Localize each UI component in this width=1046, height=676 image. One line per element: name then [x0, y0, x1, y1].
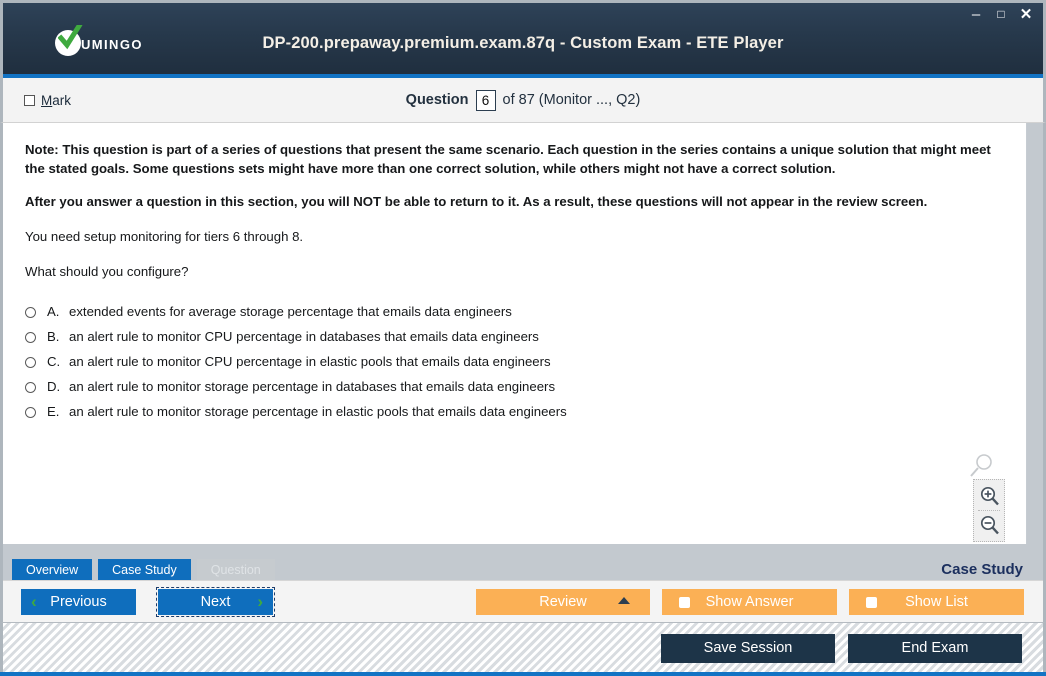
mark-checkbox[interactable] — [24, 94, 35, 106]
zoom-out-button[interactable] — [976, 512, 1002, 538]
answer-option[interactable]: A. extended events for average storage p… — [25, 304, 1004, 319]
tab-overview[interactable]: Overview — [12, 559, 93, 580]
answer-text: an alert rule to monitor storage percent… — [69, 378, 556, 394]
zoom-in-button[interactable] — [976, 483, 1002, 509]
end-exam-button[interactable]: End Exam — [848, 633, 1022, 663]
answer-radio[interactable] — [25, 406, 36, 418]
caret-up-icon — [618, 597, 630, 604]
answer-options-list: A. extended events for average storage p… — [25, 304, 1004, 419]
tab-bar: Overview Case Study Question Case Study — [3, 552, 1043, 580]
ete-player-window: UMINGO DP-200.prepaway.premium.exam.87q … — [0, 0, 1046, 676]
answer-letter: C. — [47, 353, 61, 369]
question-header-bar: Mark Question 6 of 87 (Monitor ..., Q2) — [0, 78, 1046, 123]
answer-radio[interactable] — [25, 356, 36, 368]
mark-checkbox-group[interactable]: Mark — [24, 93, 71, 108]
zoom-separator — [978, 510, 1000, 511]
show-answer-label: Show Answer — [705, 594, 794, 610]
title-bar: UMINGO DP-200.prepaway.premium.exam.87q … — [0, 0, 1046, 78]
maximize-icon[interactable]: □ — [994, 7, 1008, 21]
content-scroll-gutter[interactable] — [1027, 123, 1043, 552]
close-icon[interactable]: ✕ — [1019, 7, 1033, 22]
answer-text: an alert rule to monitor CPU percentage … — [69, 328, 539, 344]
answer-square-icon — [679, 597, 690, 608]
answer-letter: D. — [47, 378, 61, 394]
zoom-out-icon — [980, 515, 999, 534]
answer-text: an alert rule to monitor CPU percentage … — [69, 353, 551, 369]
answer-letter: E. — [47, 403, 60, 419]
answer-option[interactable]: E. an alert rule to monitor storage perc… — [25, 404, 1004, 419]
answer-radio[interactable] — [25, 306, 36, 318]
show-list-label: Show List — [905, 594, 968, 610]
answer-option[interactable]: B. an alert rule to monitor CPU percenta… — [25, 329, 1004, 344]
minimize-icon[interactable]: – — [969, 7, 983, 22]
question-word: Question — [405, 92, 469, 108]
button-row: ‹ Previous Next › Review Show Answer Sho… — [3, 580, 1043, 622]
review-button-label: Review — [539, 594, 587, 610]
answer-option[interactable]: D. an alert rule to monitor storage perc… — [25, 379, 1004, 394]
tab-question: Question — [196, 559, 275, 580]
previous-button[interactable]: ‹ Previous — [21, 588, 136, 615]
action-buttons: Review Show Answer Show List — [476, 589, 1024, 615]
chevron-right-icon: › — [257, 591, 263, 611]
next-button-label: Next — [200, 593, 231, 610]
question-prompt: What should you configure? — [25, 263, 189, 279]
review-button[interactable]: Review — [476, 589, 650, 615]
mark-label-rest: ark — [52, 92, 72, 108]
question-number-input[interactable]: 6 — [475, 89, 496, 111]
next-button[interactable]: Next › — [155, 586, 276, 617]
question-scenario: You need setup monitoring for tiers 6 th… — [25, 229, 304, 245]
answer-radio[interactable] — [25, 381, 36, 393]
show-list-button[interactable]: Show List — [849, 589, 1024, 615]
previous-button-label: Previous — [50, 593, 107, 610]
show-answer-button[interactable]: Show Answer — [662, 589, 837, 615]
question-total-text: of 87 (Monitor ..., Q2) — [502, 92, 641, 108]
answer-letter: A. — [47, 303, 60, 319]
magnifier-icon[interactable] — [968, 453, 994, 479]
question-warning: After you answer a question in this sect… — [25, 194, 928, 210]
question-content-panel: Note: This question is part of a series … — [3, 123, 1027, 544]
question-note: Note: This question is part of a series … — [25, 142, 991, 176]
zoom-in-icon — [980, 486, 999, 505]
tab-case-study[interactable]: Case Study — [98, 559, 191, 580]
answer-radio[interactable] — [25, 331, 36, 343]
answer-text: extended events for average storage perc… — [69, 303, 512, 319]
save-session-button[interactable]: Save Session — [661, 633, 835, 663]
content-outer: Note: This question is part of a series … — [0, 123, 1046, 552]
list-square-icon — [866, 597, 877, 608]
mark-accelerator: M — [41, 92, 53, 108]
zoom-controls-panel — [973, 479, 1005, 542]
footer-bar: Save Session End Exam — [0, 622, 1046, 676]
answer-text: an alert rule to monitor storage percent… — [69, 403, 567, 419]
chevron-left-icon: ‹ — [31, 591, 37, 611]
window-title: DP-200.prepaway.premium.exam.87q - Custo… — [262, 34, 784, 52]
mark-label: Mark — [41, 93, 71, 108]
navigation-area: Overview Case Study Question Case Study … — [0, 552, 1046, 622]
answer-letter: B. — [47, 328, 60, 344]
section-label: Case Study — [941, 561, 1023, 578]
question-counter: Question 6 of 87 (Monitor ..., Q2) — [3, 89, 1043, 111]
window-controls: – □ ✕ — [969, 7, 1033, 23]
answer-option[interactable]: C. an alert rule to monitor CPU percenta… — [25, 354, 1004, 369]
